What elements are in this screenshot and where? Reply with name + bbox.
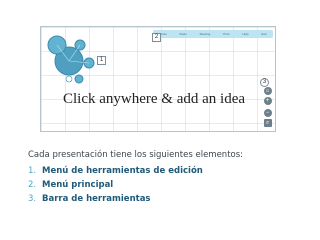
canvas-prompt[interactable]: Click anywhere & add an idea bbox=[63, 91, 245, 108]
prezi-editor-screenshot: Undo Redo Meeting Print Help Exit 1 2 3 … bbox=[40, 26, 276, 132]
wheel-bubble-colors[interactable] bbox=[74, 74, 84, 84]
caption-text: Cada presentación tiene los siguientes e… bbox=[28, 150, 244, 160]
menu-item-print[interactable]: Print bbox=[223, 32, 229, 36]
search-icon[interactable]: ⌕ bbox=[263, 119, 272, 127]
list-number: 1. bbox=[28, 166, 37, 176]
marker-1: 1 bbox=[97, 56, 106, 65]
menu-item-exit[interactable]: Exit bbox=[261, 32, 266, 36]
wheel-bubble-path[interactable] bbox=[65, 75, 73, 83]
home-icon[interactable]: ⌂ bbox=[263, 87, 272, 95]
list-item: 3. Barra de herramientas bbox=[28, 192, 203, 206]
marker-3: 3 bbox=[260, 78, 269, 87]
editing-tools-wheel[interactable] bbox=[45, 33, 105, 85]
list-label: Menú de herramientas de edición bbox=[42, 166, 203, 176]
zoom-in-icon[interactable]: + bbox=[263, 97, 272, 105]
menu-item-redo[interactable]: Redo bbox=[180, 32, 187, 36]
list-number: 3. bbox=[28, 194, 37, 204]
menu-item-meeting[interactable]: Meeting bbox=[200, 32, 211, 36]
list-number: 2. bbox=[28, 180, 37, 190]
list-label: Barra de herramientas bbox=[42, 194, 151, 204]
toolbar: ⌂ + − ⌕ bbox=[263, 87, 272, 127]
menu-item-help[interactable]: Help bbox=[242, 32, 248, 36]
list-item: 2. Menú principal bbox=[28, 178, 203, 192]
elements-list: 1. Menú de herramientas de edición 2. Menú… bbox=[28, 164, 203, 206]
marker-2: 2 bbox=[152, 33, 161, 42]
main-menu-bar: Undo Redo Meeting Print Help Exit bbox=[153, 30, 273, 38]
zoom-out-icon[interactable]: − bbox=[263, 109, 272, 117]
list-label: Menú principal bbox=[42, 180, 114, 190]
list-item: 1. Menú de herramientas de edición bbox=[28, 164, 203, 178]
